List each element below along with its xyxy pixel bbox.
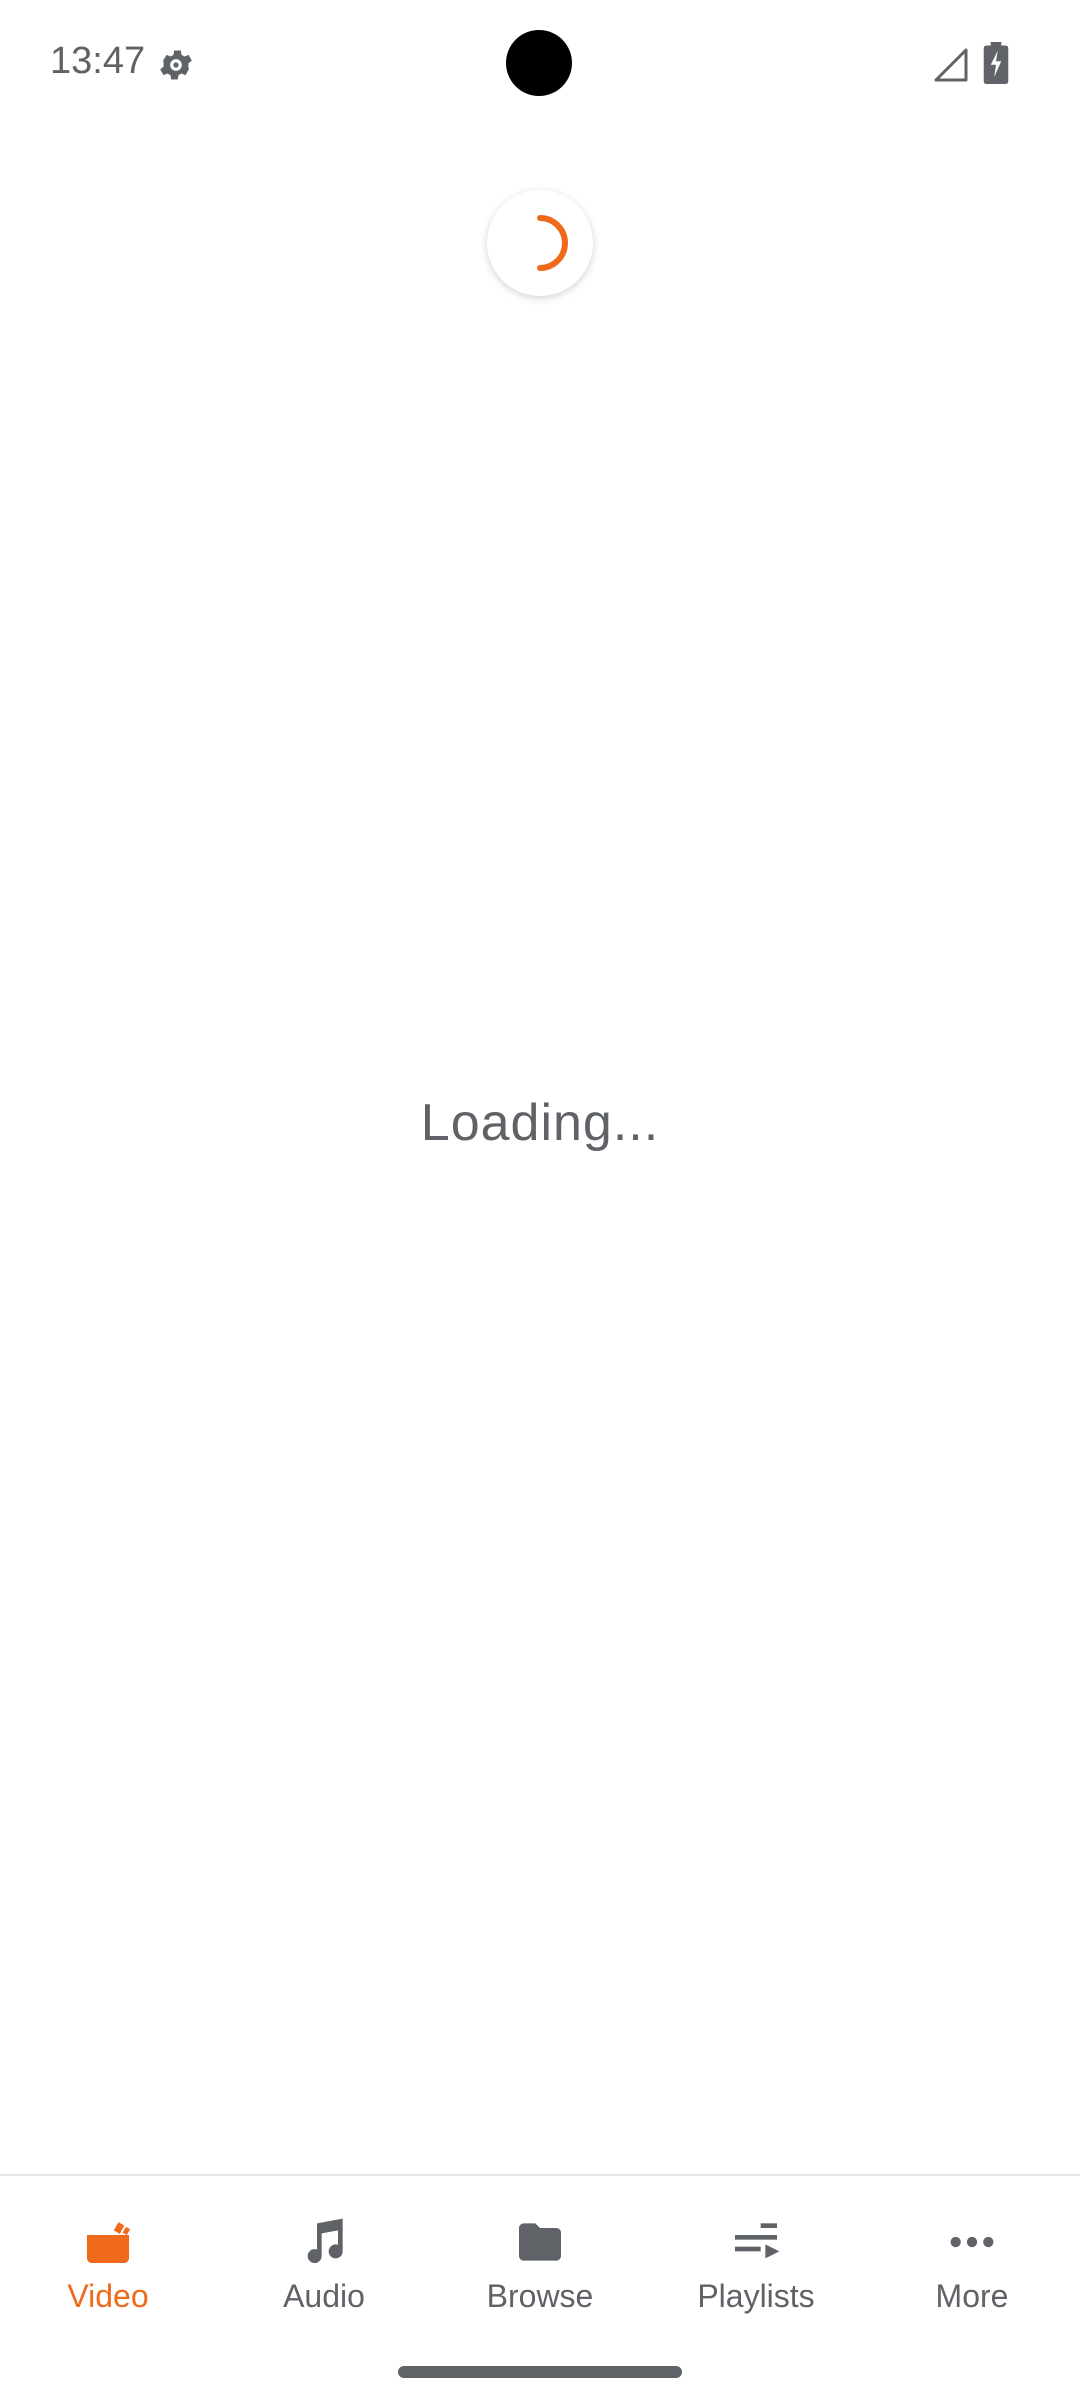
nav-item-browse[interactable]: Browse	[432, 2176, 648, 2336]
nav-item-playlists[interactable]: Playlists	[648, 2176, 864, 2336]
status-bar: 13:47	[0, 0, 1080, 128]
loading-spinner	[487, 190, 593, 296]
nav-label-browse: Browse	[486, 2278, 594, 2314]
nav-item-video[interactable]: Video	[0, 2176, 216, 2336]
loading-row: Loading...	[0, 1081, 1080, 1223]
settings-gear-icon	[156, 45, 196, 85]
bottom-navigation: Video Audio Browse Playlists More	[0, 2174, 1080, 2336]
nav-label-more: More	[935, 2278, 1009, 2314]
camera-cutout	[506, 30, 572, 96]
nav-label-playlists: Playlists	[697, 2278, 815, 2314]
folder-icon	[508, 2210, 572, 2274]
gesture-handle[interactable]	[398, 2366, 682, 2378]
playlist-icon	[724, 2210, 788, 2274]
signal-icon	[933, 47, 969, 83]
music-note-icon	[292, 2210, 356, 2274]
nav-item-audio[interactable]: Audio	[216, 2176, 432, 2336]
battery-charging-icon	[983, 42, 1009, 84]
nav-label-audio: Audio	[283, 2278, 365, 2314]
status-time: 13:47	[50, 40, 146, 82]
screen: 13:47 Loading... Video Audio Browse Play…	[0, 0, 1080, 2400]
content-area: Loading...	[0, 128, 1080, 2174]
nav-label-video: Video	[67, 2278, 149, 2314]
nav-item-more[interactable]: More	[864, 2176, 1080, 2336]
video-clapper-icon	[76, 2210, 140, 2274]
more-horizontal-icon	[940, 2210, 1004, 2274]
gesture-navigation-area	[0, 2336, 1080, 2400]
loading-text: Loading...	[420, 1094, 660, 1152]
progress-spinner-icon	[537, 215, 568, 271]
